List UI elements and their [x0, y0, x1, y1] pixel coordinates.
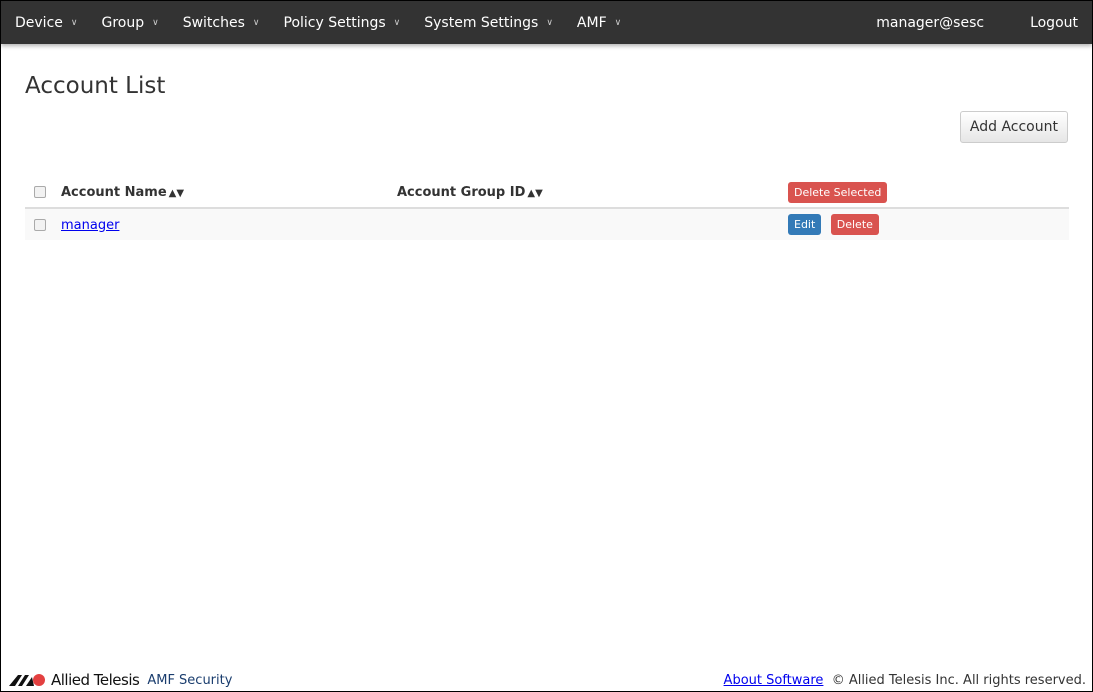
nav-label: Policy Settings [283, 14, 386, 31]
about-software-link[interactable]: About Software [724, 673, 824, 688]
add-account-button[interactable]: Add Account [959, 111, 1068, 143]
chevron-down-icon: ∨ [70, 17, 78, 28]
chevron-down-icon: ∨ [614, 17, 622, 28]
nav-label: Switches [182, 14, 245, 31]
chevron-down-icon: ∨ [393, 17, 401, 28]
column-header: Account Group ID [397, 184, 526, 200]
allied-telesis-logo: Allied Telesis [9, 671, 140, 689]
delete-selected-button[interactable]: Delete Selected [788, 181, 888, 203]
account-table: Account Name ▲▼ Account Group ID ▲▼ Delete… [25, 177, 1069, 240]
row-checkbox[interactable] [34, 218, 46, 231]
table-header: Account Name ▲▼ Account Group ID ▲▼ Delete… [25, 177, 1069, 209]
brand-name: Allied Telesis [51, 671, 140, 689]
sort-icon: ▲▼ [168, 187, 185, 199]
sort-icon: ▲▼ [527, 187, 543, 199]
account-name-link[interactable]: manager [61, 218, 119, 233]
copyright: © Allied Telesis Inc. All rights reserve… [831, 672, 1086, 688]
product-name: AMF Security [147, 672, 233, 688]
footer: Allied Telesis AMF Security About Softwa… [1, 669, 1092, 691]
chevron-down-icon: ∨ [546, 17, 553, 28]
table-row: manager Edit Delete [25, 208, 1069, 240]
delete-button[interactable]: Delete [830, 214, 879, 235]
logo-mark-icon [9, 674, 45, 686]
user-menu[interactable]: manager@sesc [862, 15, 998, 31]
nav-label: AMF [576, 14, 607, 31]
logout-link[interactable]: Logout [1016, 15, 1092, 31]
nav-device[interactable]: Device ∨ [1, 15, 87, 31]
nav-group[interactable]: Group ∨ [87, 15, 168, 31]
account-group-id [397, 208, 788, 240]
sort-account-name[interactable]: Account Name ▲▼ [61, 177, 397, 209]
nav-amf[interactable]: AMF ∨ [563, 15, 631, 31]
chevron-down-icon: ∨ [152, 17, 159, 28]
select-all-checkbox[interactable] [34, 186, 46, 198]
nav-system-settings[interactable]: System Settings ∨ [410, 15, 563, 31]
chevron-down-icon: ∨ [252, 17, 260, 28]
nav-label: Group [101, 14, 145, 31]
edit-button[interactable]: Edit [788, 214, 822, 235]
nav-label: System Settings [424, 14, 539, 31]
nav-label: Device [15, 14, 63, 31]
nav-switches[interactable]: Switches ∨ [169, 15, 270, 31]
column-header: Account Name [61, 184, 167, 200]
sort-account-group-id[interactable]: Account Group ID ▲▼ [397, 177, 788, 209]
top-navbar: Device ∨ Group ∨ Switches ∨ Policy Settings… [1, 1, 1092, 44]
page-title: Account List [25, 73, 166, 99]
nav-policy-settings[interactable]: Policy Settings ∨ [270, 15, 411, 31]
